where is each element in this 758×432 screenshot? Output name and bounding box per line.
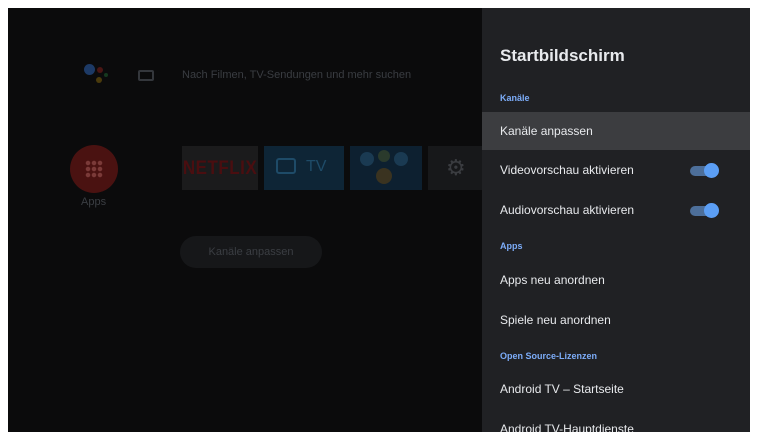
section-header-open-source: Open Source-Lizenzen [500, 351, 598, 361]
toggle-thumb [704, 203, 719, 218]
netflix-logo: NETFLIX [182, 156, 258, 179]
menu-item-audio-preview[interactable]: Audiovorschau aktivieren [482, 191, 750, 229]
menu-item-android-tv-home[interactable]: Android TV – Startseite [482, 370, 750, 408]
menu-item-label: Spiele neu anordnen [500, 313, 611, 327]
netflix-tile[interactable]: NETFLIX [182, 146, 258, 190]
menu-item-label: Android TV – Startseite [500, 382, 624, 396]
video-preview-toggle[interactable] [690, 163, 719, 178]
menu-item-reorder-apps[interactable]: Apps neu anordnen [482, 261, 750, 299]
menu-item-label: Videovorschau aktivieren [500, 163, 634, 177]
panel-title: Startbildschirm [500, 46, 625, 65]
tv-icon [276, 158, 296, 174]
audio-preview-toggle[interactable] [690, 203, 719, 218]
tv-screen: Nach Filmen, TV-Sendungen und mehr suche… [8, 8, 750, 432]
section-header-channels: Kanäle [500, 93, 530, 103]
customize-channels-button[interactable]: Kanäle anpassen [180, 236, 322, 268]
tv-label: TV [306, 158, 327, 175]
menu-item-label: Android TV-Hauptdienste [500, 422, 634, 432]
toggle-thumb [704, 163, 719, 178]
customize-channels-button-label: Kanäle anpassen [208, 246, 294, 258]
apps-label: Apps [81, 196, 107, 208]
menu-item-video-preview[interactable]: Videovorschau aktivieren [482, 151, 750, 189]
menu-item-label: Audiovorschau aktivieren [500, 203, 635, 217]
apps-grid-icon [85, 160, 103, 178]
menu-item-android-tv-core-services[interactable]: Android TV-Hauptdienste [482, 410, 750, 432]
google-assistant-icon[interactable] [82, 62, 110, 90]
search-hint[interactable]: Nach Filmen, TV-Sendungen und mehr suche… [182, 69, 411, 81]
section-header-apps: Apps [500, 241, 523, 251]
keyboard-icon[interactable] [138, 70, 154, 81]
app-tile-game[interactable] [350, 146, 422, 190]
settings-tile[interactable]: ⚙ [428, 146, 482, 190]
menu-item-reorder-games[interactable]: Spiele neu anordnen [482, 301, 750, 339]
apps-button[interactable] [70, 145, 118, 193]
menu-item-label: Apps neu anordnen [500, 273, 605, 287]
menu-item-customize-channels[interactable]: Kanäle anpassen [482, 112, 750, 150]
home-screen-dimmed: Nach Filmen, TV-Sendungen und mehr suche… [8, 8, 482, 432]
settings-panel: Startbildschirm Kanäle Kanäle anpassen V… [482, 8, 750, 432]
gear-icon: ⚙ [446, 155, 466, 180]
tv-tile[interactable]: TV [264, 146, 344, 190]
menu-item-label: Kanäle anpassen [500, 124, 593, 138]
